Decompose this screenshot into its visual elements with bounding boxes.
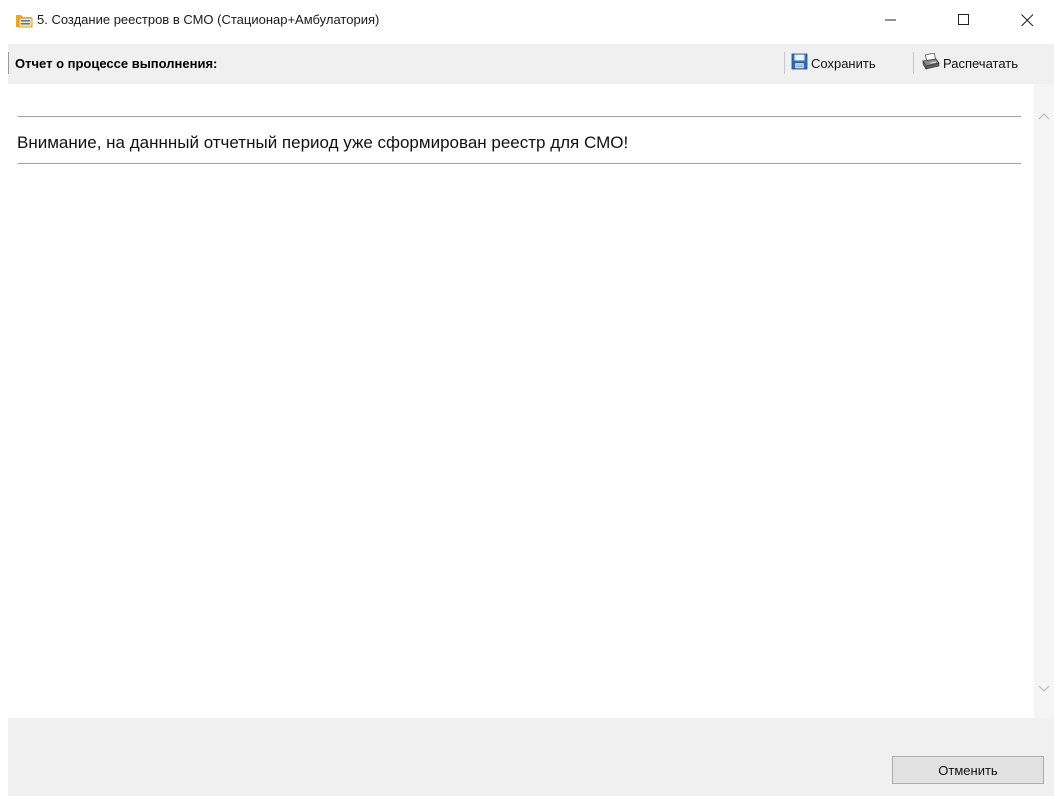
scroll-up-icon[interactable]	[1037, 110, 1051, 124]
toolbar-separator	[913, 52, 914, 74]
toolbar-separator	[784, 52, 785, 74]
printer-icon	[921, 52, 940, 74]
divider	[18, 116, 1021, 117]
maximize-icon	[958, 14, 969, 25]
print-button-label: Распечатать	[943, 55, 1019, 71]
window-title: 5. Создание реестров в СМО (Стационар+Ам…	[37, 12, 380, 27]
close-icon	[1020, 13, 1033, 26]
report-toolbar: Отчет о процессе выполнения: Сохранить Р…	[8, 44, 1054, 84]
save-button-label: Сохранить	[811, 55, 876, 71]
floppy-disk-icon	[791, 53, 808, 73]
print-button[interactable]: Распечатать	[921, 51, 1018, 75]
window-titlebar: 5. Создание реестров в СМО (Стационар+Ам…	[0, 0, 1054, 44]
toolbar-title: Отчет о процессе выполнения:	[15, 56, 218, 71]
scroll-down-icon[interactable]	[1037, 681, 1051, 695]
close-button[interactable]	[1004, 0, 1050, 40]
divider	[18, 163, 1021, 164]
save-button[interactable]: Сохранить	[791, 51, 876, 75]
dialog-footer: Отменить	[8, 718, 1054, 796]
minimize-icon	[885, 19, 896, 21]
maximize-button[interactable]	[941, 0, 987, 40]
vertical-scrollbar[interactable]	[1034, 84, 1054, 718]
folder-app-icon	[15, 11, 33, 29]
toolbar-grip	[8, 52, 9, 74]
warning-message: Внимание, на даннный отчетный период уже…	[17, 133, 629, 152]
report-content: Внимание, на даннный отчетный период уже…	[8, 84, 1034, 718]
cancel-button[interactable]: Отменить	[892, 756, 1044, 784]
minimize-button[interactable]	[868, 0, 914, 40]
